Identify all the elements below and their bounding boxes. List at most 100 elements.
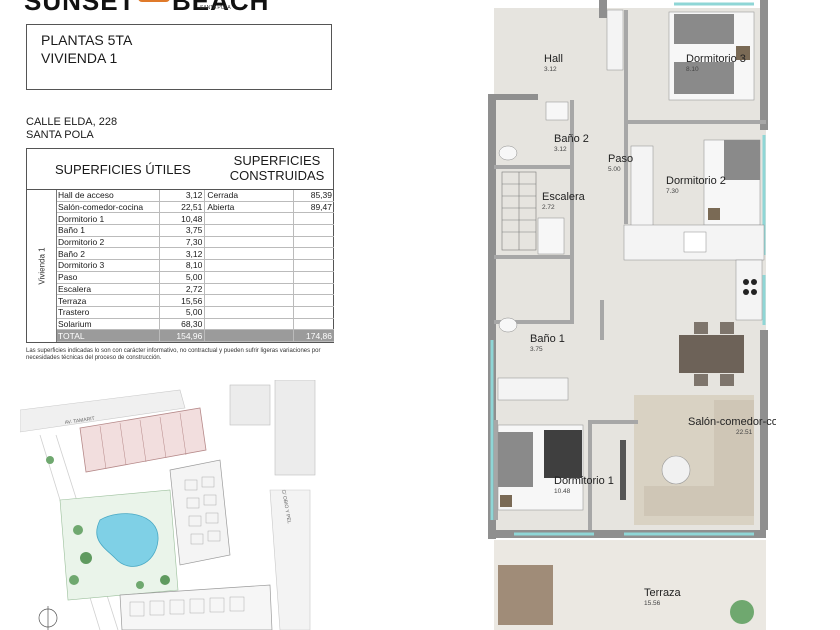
table-cell-ctype [204, 318, 295, 331]
room-label: Escalera [542, 191, 586, 203]
table-cell-cval: 89,47 [293, 201, 334, 214]
room-label: Dormitorio 3 [686, 53, 746, 65]
room-area: 7.30 [666, 188, 679, 195]
table-cell-cval [293, 224, 334, 237]
table-cell-name: Hall de acceso [56, 190, 161, 202]
site-plan-map: AV. TAMARIT C/ OBIO Y PEL [20, 380, 320, 630]
header-construidas-line2: CONSTRUIDAS [229, 168, 325, 183]
table-cell-value: 7,30 [159, 236, 206, 249]
table-cell-value: 8,10 [159, 259, 206, 272]
table-row: Solarium 68,30 [56, 318, 334, 331]
table-cell-value: 3,12 [159, 190, 206, 202]
room-label: Hall [544, 53, 563, 65]
table-cell-value: 15,56 [159, 294, 206, 307]
plan-floor-title: PLANTAS 5TA [41, 32, 133, 48]
room-area: 3.75 [530, 346, 543, 353]
room-area: 22.51 [736, 429, 753, 436]
table-cell-ctype [204, 294, 295, 307]
room-label: Salón-comedor-cocina [688, 416, 776, 428]
table-cell-value: 2,72 [159, 283, 206, 296]
unit-side-label-text: Vivienda 1 [37, 247, 46, 285]
surfaces-table: SUPERFICIES ÚTILES SUPERFICIES CONSTRUID… [26, 148, 334, 343]
table-row: Baño 1 3,75 [56, 224, 334, 237]
table-cell-cval [293, 271, 334, 284]
table-cell-ctype [204, 236, 295, 249]
table-row: Dormitorio 2 7,30 [56, 236, 334, 249]
table-cell-value: 22,51 [159, 201, 206, 214]
table-row: Salón-comedor-cocina 22,51 Abierta 89,47 [56, 201, 334, 214]
table-cell-name: Paso [56, 271, 161, 284]
room-label: Dormitorio 1 [554, 475, 614, 487]
floor-plan: Hall3.12Dormitorio 38.10Baño 23.12Paso5.… [488, 0, 776, 630]
logo-word-sunset: SUNSET [24, 0, 136, 16]
logo-sun-icon [138, 0, 170, 2]
table-cell-cval: 174,86 [293, 329, 334, 342]
table-cell-ctype [204, 306, 295, 319]
table-cell-name: Solarium [56, 318, 161, 331]
table-cell-cval [293, 247, 334, 261]
room-label: Paso [608, 153, 633, 165]
surfaces-table-body: Vivienda 1 Hall de acceso 3,12 Cerrada 85,3… [27, 190, 334, 342]
room-area: 8.10 [686, 66, 699, 73]
room-area: 5.00 [608, 166, 621, 173]
disclaimer-text: Las superficies indicadas lo son con car… [26, 348, 321, 361]
room-area: 10.48 [554, 488, 571, 495]
table-cell-name: TOTAL [56, 329, 161, 342]
table-cell-value: 68,30 [159, 318, 206, 331]
table-row: Hall de acceso 3,12 Cerrada 85,39 [56, 190, 334, 202]
table-cell-value: 5,00 [159, 271, 206, 284]
table-cell-cval [293, 306, 334, 319]
header-construidas: SUPERFICIES CONSTRUIDAS [227, 153, 327, 183]
table-cell-cval [293, 212, 334, 226]
table-total-row: TOTAL 154,96 174,86 [56, 329, 334, 342]
table-cell-ctype [204, 283, 295, 296]
room-area: 3.12 [544, 66, 557, 73]
title-box: PLANTAS 5TA VIVIENDA 1 [26, 24, 332, 90]
table-cell-value: 3,12 [159, 247, 206, 261]
address-city: SANTA POLA [26, 129, 94, 141]
logo-subtitle: SANTA POLA [200, 5, 231, 11]
unit-side-label: Vivienda 1 [27, 190, 57, 342]
table-row: Terraza 15,56 [56, 294, 334, 307]
table-cell-value: 154,96 [159, 329, 206, 342]
table-row: Escalera 2,72 [56, 283, 334, 296]
room-label: Baño 2 [554, 133, 589, 145]
room-area: 2.72 [542, 204, 555, 211]
room-label: Terraza [644, 587, 682, 599]
address: CALLE ELDA, 228 SANTA POLA [26, 116, 117, 142]
table-row: Baño 2 3,12 [56, 247, 334, 261]
table-cell-name: Dormitorio 1 [56, 212, 161, 226]
table-cell-name: Escalera [56, 283, 161, 296]
table-cell-value: 5,00 [159, 306, 206, 319]
table-cell-name: Dormitorio 3 [56, 259, 161, 272]
surfaces-rows: Hall de acceso 3,12 Cerrada 85,39 Salón-come… [56, 190, 334, 342]
table-cell-name: Dormitorio 2 [56, 236, 161, 249]
table-cell-ctype [204, 212, 295, 226]
header-utiles: SUPERFICIES ÚTILES [55, 162, 191, 177]
table-cell-ctype: Abierta [204, 201, 295, 214]
table-cell-ctype [204, 224, 295, 237]
plan-unit-title: VIVIENDA 1 [41, 50, 118, 66]
room-label: Baño 1 [530, 333, 565, 345]
table-cell-value: 10,48 [159, 212, 206, 226]
surfaces-table-header: SUPERFICIES ÚTILES SUPERFICIES CONSTRUID… [27, 149, 333, 190]
table-row: Paso 5,00 [56, 271, 334, 284]
table-cell-ctype [204, 329, 295, 342]
bed-dormitorio-1 [497, 424, 584, 511]
table-cell-name: Salón-comedor-cocina [56, 201, 161, 214]
table-cell-name: Trastero [56, 306, 161, 319]
table-cell-ctype [204, 271, 295, 284]
table-cell-cval [293, 294, 334, 307]
table-cell-cval: 85,39 [293, 190, 334, 202]
room-area: 3.12 [554, 146, 567, 153]
room-area: 15.56 [644, 600, 661, 607]
table-cell-name: Baño 1 [56, 224, 161, 237]
table-cell-cval [293, 259, 334, 272]
address-street: CALLE ELDA, 228 [26, 116, 118, 128]
table-cell-value: 3,75 [159, 224, 206, 237]
brand-logo: SUNSET BEACH SANTA POLA [24, 0, 268, 20]
room-label: Dormitorio 2 [666, 175, 726, 187]
table-row: Dormitorio 1 10,48 [56, 212, 334, 226]
table-row: Trastero 5,00 [56, 306, 334, 319]
table-cell-name: Baño 2 [56, 247, 161, 261]
